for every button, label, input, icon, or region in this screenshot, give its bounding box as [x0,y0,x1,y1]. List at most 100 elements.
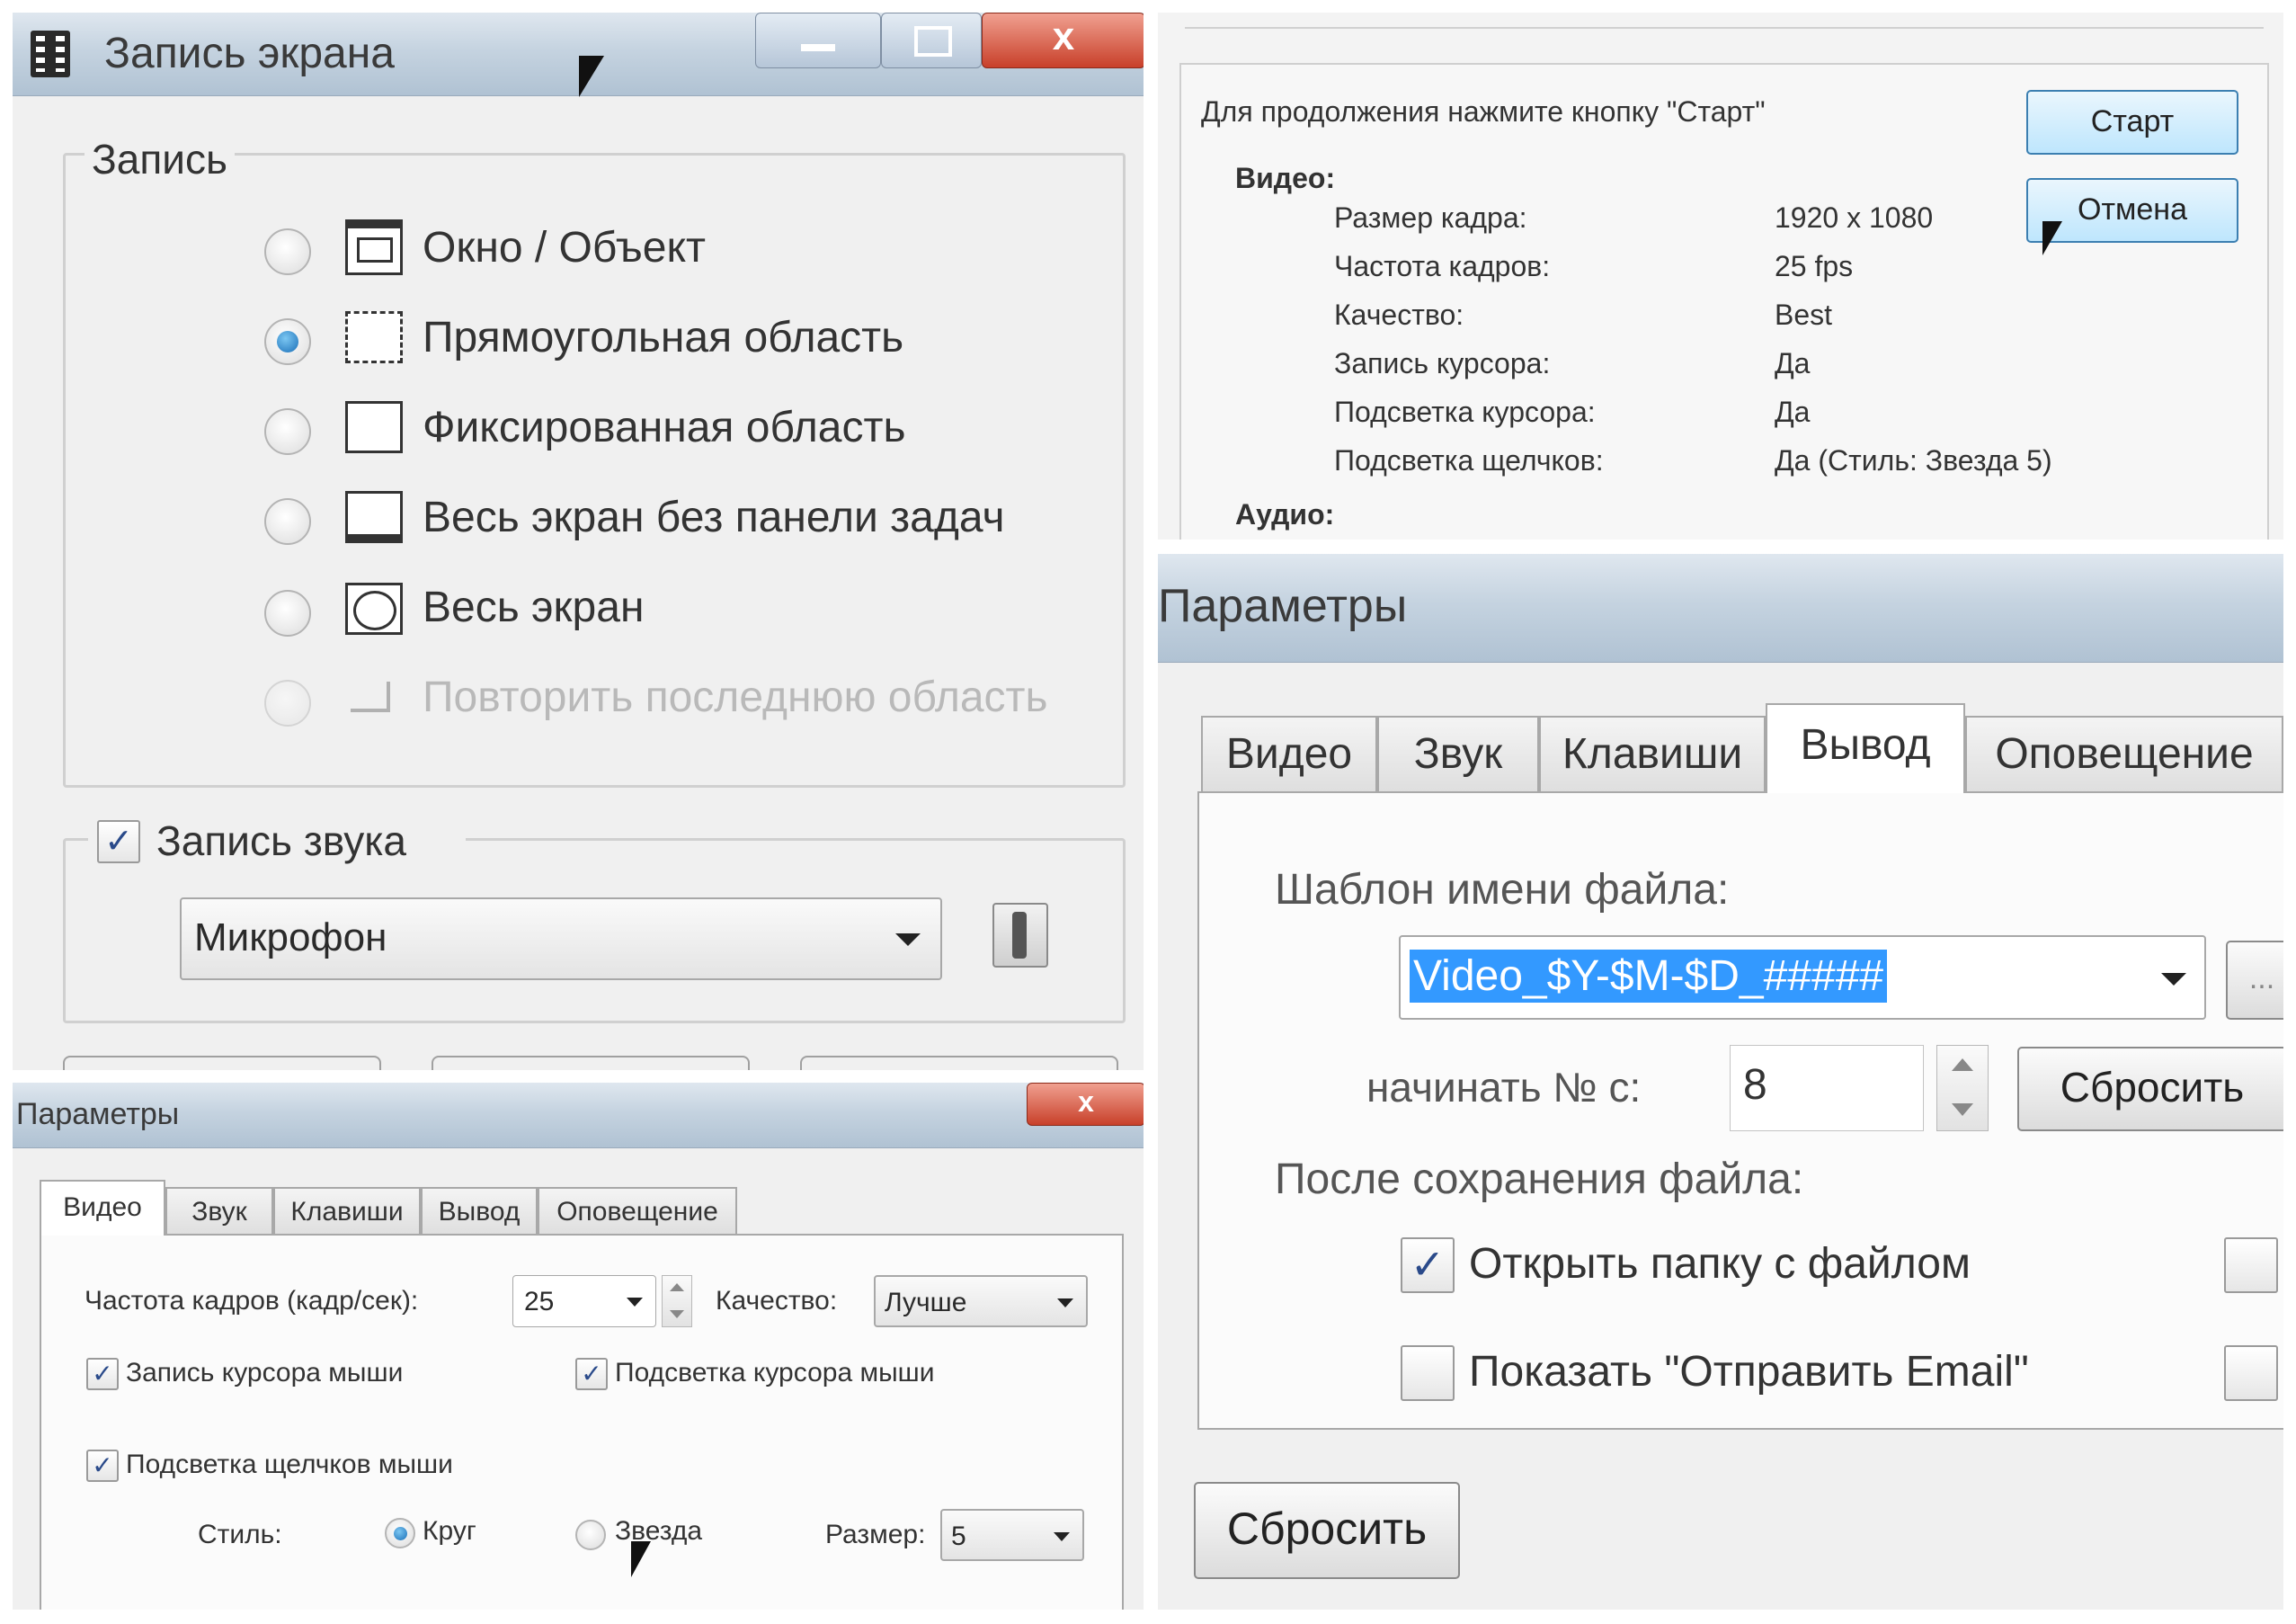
after-save-label: После сохранения файла: [1275,1156,1804,1203]
mouse-pointer-icon [631,1541,651,1577]
cursor-highlight-label: Подсветка курсора мыши [615,1358,935,1388]
extra-checkbox-1[interactable] [2224,1237,2278,1293]
mouse-pointer-icon [579,56,604,97]
radio-fullscreen[interactable] [264,590,311,637]
style-star-radio[interactable] [575,1520,606,1550]
audio-settings-button[interactable] [992,903,1048,968]
start-number-label: начинать № с: [1366,1064,1642,1111]
sound-checkbox[interactable]: ✓ [97,820,140,863]
tab-notify[interactable]: Оповещение [1965,716,2283,793]
screen-no-taskbar-icon [345,491,403,543]
style-star-label: Звезда [615,1516,703,1546]
open-folder-checkbox[interactable]: ✓ [1401,1237,1455,1293]
start-button[interactable]: Старт [2026,90,2238,155]
tab-video[interactable]: Видео [40,1180,165,1236]
summary-value: Best [1775,299,1833,331]
params-output-titlebar: Параметры [1158,554,2283,663]
option-row-window[interactable]: Окно / Объект [264,218,1055,281]
quality-value: Лучше [885,1288,967,1317]
radio-rectangle[interactable] [264,318,311,365]
summary-value: Да [1775,347,1811,379]
tab-sound[interactable]: Звук [165,1187,273,1236]
size-select[interactable]: 5 [940,1509,1084,1561]
chevron-down-icon [1054,1532,1070,1541]
fps-stepper[interactable] [662,1275,692,1327]
reset-button[interactable]: Сбросить [1194,1482,1460,1579]
click-highlight-label: Подсветка щелчков мыши [126,1450,453,1479]
minimize-button[interactable] [755,13,881,68]
record-dialog-titlebar: Запись экрана x [13,13,1144,96]
option-label: Повторить последнюю область [423,674,1048,721]
quality-label: Качество: [716,1286,838,1316]
summary-label: Частота кадров: [1334,250,1551,282]
summary-label: Запись курсора: [1334,347,1551,379]
fps-value: 25 [524,1287,555,1316]
bottom-buttons-strip [63,1056,1124,1070]
tab-keys[interactable]: Клавиши [273,1187,421,1236]
sound-checkbox-row[interactable]: ✓ Запись звука [88,816,466,867]
fullscreen-icon [345,583,403,635]
cursor-record-label: Запись курсора мыши [126,1358,404,1388]
tab-notify[interactable]: Оповещение [538,1187,737,1236]
summary-value: Да [1775,396,1811,428]
quality-select[interactable]: Лучше [874,1275,1088,1327]
option-row-fullscreen[interactable]: Весь экран [264,577,1055,640]
film-icon [31,31,70,77]
tab-sound[interactable]: Звук [1377,716,1539,793]
fps-label: Частота кадров (кадр/сек): [85,1286,419,1316]
rectangle-area-icon [345,311,403,363]
record-group-label: Запись [85,135,235,183]
click-highlight-checkbox[interactable]: ✓ [86,1450,119,1482]
chevron-down-icon [627,1298,643,1307]
close-button[interactable]: x [982,13,1144,68]
extra-checkbox-2[interactable] [2224,1345,2278,1401]
summary-label: Подсветка курсора: [1334,396,1596,428]
summary-top-edge [1185,13,2264,29]
option-row-repeat: Повторить последнюю область [264,667,1100,730]
audio-heading: Аудио: [1235,498,1335,531]
reset-number-button[interactable]: Сбросить [2017,1047,2283,1131]
option-row-rectangle[interactable]: Прямоугольная область [264,308,1055,370]
maximize-button[interactable] [881,13,982,68]
start-number-stepper[interactable] [1936,1045,1989,1131]
size-label: Размер: [825,1520,926,1549]
sound-source-select[interactable]: Микрофон [180,897,942,980]
params-video-title: Параметры [16,1097,180,1131]
show-email-checkbox[interactable] [1401,1345,1455,1401]
browse-button[interactable]: ... [2226,941,2283,1020]
record-screen-dialog: Запись экрана x Запись Окно / Объект Пря… [13,13,1144,1070]
video-heading: Видео: [1235,162,1336,194]
fps-select[interactable]: 25 [512,1275,656,1327]
minimize-icon [801,44,835,51]
chevron-down-icon [895,933,921,946]
show-email-label: Показать "Отправить Email" [1469,1348,2029,1396]
option-label: Прямоугольная область [423,314,904,361]
cursor-highlight-checkbox[interactable]: ✓ [575,1358,608,1390]
option-row-no-taskbar[interactable]: Весь экран без панели задач [264,487,1073,550]
tab-output[interactable]: Вывод [1766,703,1965,793]
params-video-dialog: Параметры x Видео Звук Клавиши Вывод Опо… [13,1083,1144,1610]
tab-keys[interactable]: Клавиши [1539,716,1766,793]
params-output-dialog: Параметры Видео Звук Клавиши Вывод Опове… [1158,554,2283,1610]
cursor-record-checkbox[interactable]: ✓ [86,1358,119,1390]
close-icon: x [1078,1085,1094,1118]
radio-no-taskbar[interactable] [264,498,311,545]
tab-output[interactable]: Вывод [421,1187,538,1236]
style-circle-radio[interactable] [385,1518,415,1548]
size-value: 5 [951,1521,966,1551]
tab-video[interactable]: Видео [1201,716,1377,793]
repeat-area-icon [351,682,390,712]
record-dialog-title: Запись экрана [104,30,395,77]
template-combo[interactable]: Video_$Y-$M-$D_##### [1399,935,2206,1020]
radio-window[interactable] [264,228,311,275]
start-number-input[interactable]: 8 [1730,1045,1924,1131]
close-button[interactable]: x [1027,1083,1144,1126]
microphone-icon [1012,912,1027,959]
close-icon: x [1052,14,1075,58]
chevron-down-icon [2161,973,2186,986]
option-row-fixed[interactable]: Фиксированная область [264,397,1055,460]
template-label: Шаблон имени файла: [1275,866,1730,914]
maximize-icon [914,26,952,57]
radio-fixed[interactable] [264,408,311,455]
template-value: Video_$Y-$M-$D_##### [1410,950,1888,1003]
